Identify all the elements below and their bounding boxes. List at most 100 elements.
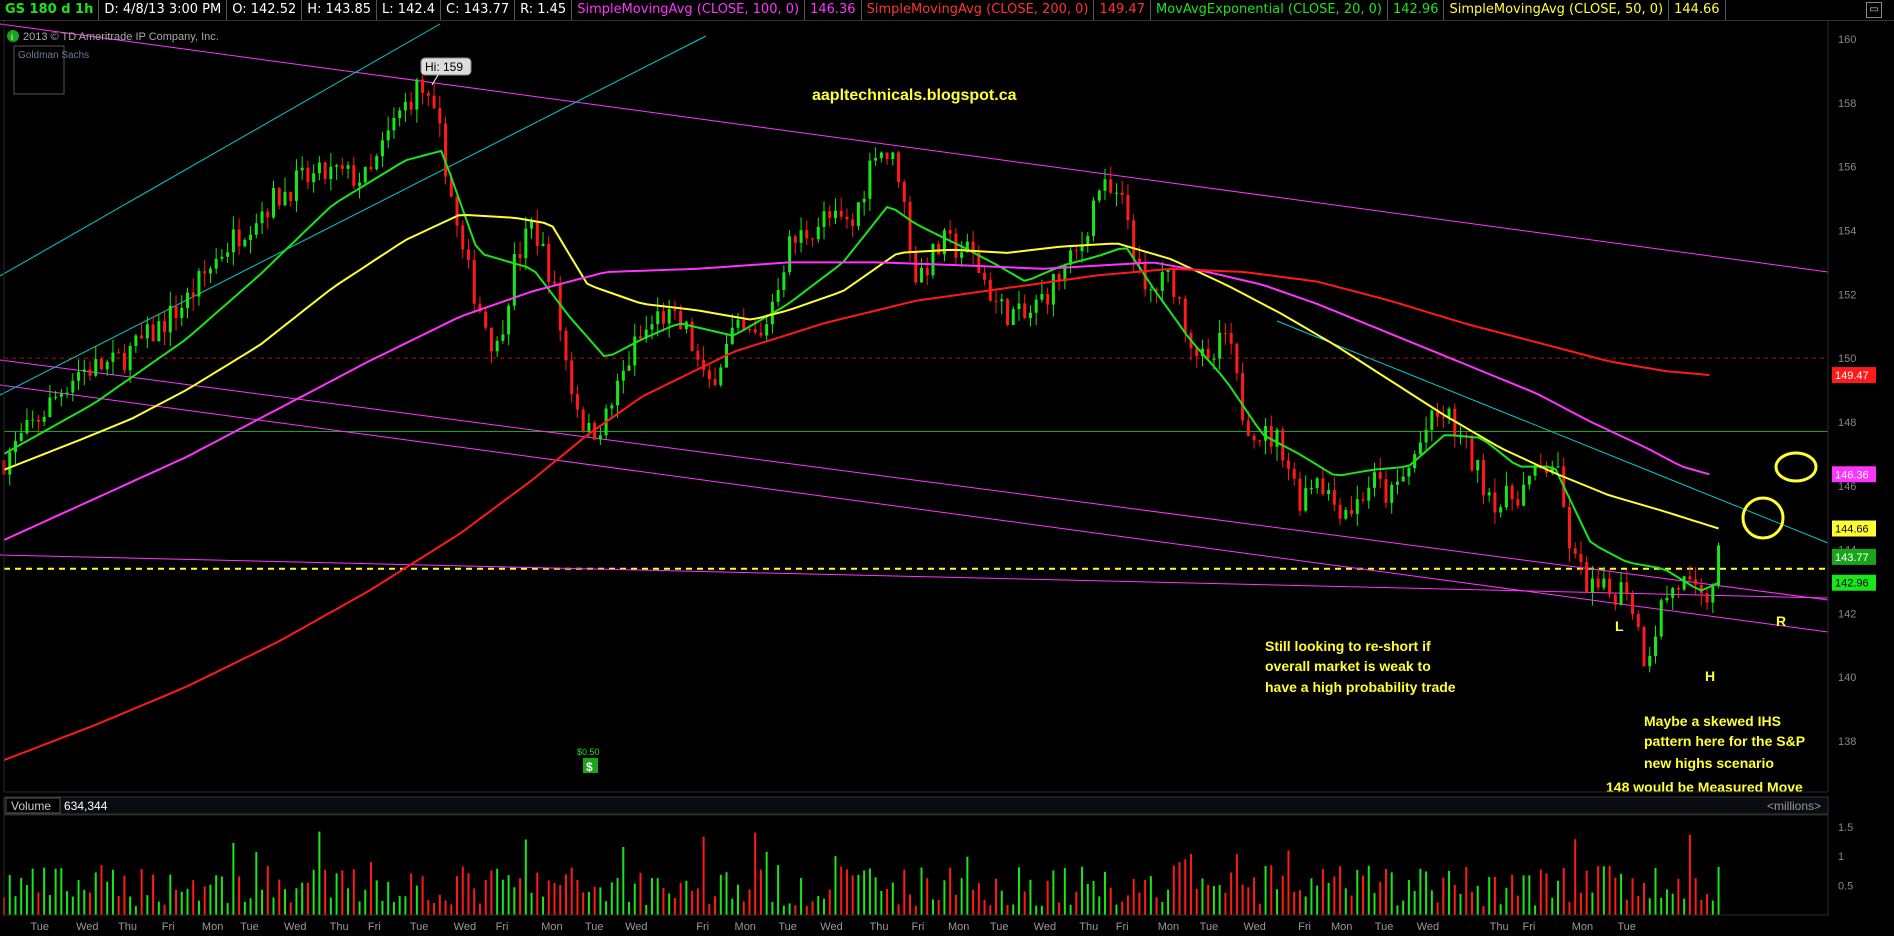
candle-body xyxy=(902,182,906,202)
maximize-icon[interactable]: ▭ xyxy=(1866,2,1882,18)
sma100-line xyxy=(3,261,1710,541)
target-circle-lower xyxy=(1741,496,1785,540)
candle-body xyxy=(960,252,964,258)
time-tick-label: Mon xyxy=(1158,921,1179,933)
candle-body xyxy=(180,307,184,318)
candle-body xyxy=(1711,586,1715,603)
candle-body xyxy=(587,422,591,432)
candle-body xyxy=(839,210,843,217)
candle-body xyxy=(598,435,602,440)
candle-body xyxy=(1367,487,1371,501)
candle-body xyxy=(1671,588,1675,598)
bar-close: C: 143.77 xyxy=(441,0,516,20)
candle-body xyxy=(621,370,625,381)
candle-body xyxy=(983,272,987,280)
candle-body xyxy=(1126,194,1130,221)
candle-body xyxy=(1717,545,1721,587)
reference-lines xyxy=(4,357,1828,570)
time-tick-label: Wed xyxy=(76,921,98,933)
sma200-value: 149.47 xyxy=(1094,0,1151,20)
bar-range: R: 1.45 xyxy=(515,0,573,20)
candle-body xyxy=(1046,293,1050,305)
ema20-label[interactable]: MovAvgExponential (CLOSE, 20, 0) xyxy=(1151,0,1388,20)
candle-body xyxy=(403,101,407,111)
candle-body xyxy=(1264,425,1268,441)
candle-body xyxy=(891,152,895,160)
candle-body xyxy=(616,380,620,406)
candle-body xyxy=(1407,467,1411,477)
volume-value: 634,344 xyxy=(64,799,108,813)
candle-body xyxy=(8,452,12,475)
dividend-icon: $ xyxy=(586,760,593,774)
channel-lower-2 xyxy=(0,554,1829,599)
candle-body xyxy=(1653,636,1657,656)
candle-body xyxy=(1619,582,1623,605)
sma200-label[interactable]: SimpleMovingAvg (CLOSE, 200, 0) xyxy=(862,0,1095,20)
candle-body xyxy=(541,243,545,246)
candle-body xyxy=(919,267,923,283)
candle-body xyxy=(696,350,700,360)
goldman-logo: Goldman Sachs xyxy=(13,45,89,95)
candle-body xyxy=(415,79,419,110)
sma50-value: 144.66 xyxy=(1669,0,1726,20)
time-tick-label: Tue xyxy=(240,921,259,933)
candle-body xyxy=(1504,485,1508,508)
candle-body xyxy=(874,158,878,161)
candle-body xyxy=(495,340,499,352)
candle-body xyxy=(1499,507,1503,513)
candle-body xyxy=(1160,271,1164,291)
copyright-badge: i 2013 © TD Ameritrade IP Company, Inc. xyxy=(7,30,219,43)
bar-high: H: 143.85 xyxy=(302,0,378,20)
candle-body xyxy=(145,324,149,339)
candle-body xyxy=(1573,548,1577,554)
candle-body xyxy=(59,393,63,397)
candle-body xyxy=(1590,578,1594,593)
time-tick-label: Mon xyxy=(735,921,756,933)
candle-body xyxy=(157,321,161,342)
measured-move: 148 would be Measured Move xyxy=(1606,779,1803,795)
candle-body xyxy=(1613,594,1617,605)
candle-body xyxy=(214,258,218,269)
candle-body xyxy=(346,165,350,169)
time-tick-label: Fri xyxy=(162,921,175,933)
ihs-line-2: pattern here for the S&P xyxy=(1644,733,1805,749)
candle-body xyxy=(82,369,86,372)
channel-lower xyxy=(0,384,1829,633)
sma50-label[interactable]: SimpleMovingAvg (CLOSE, 50, 0) xyxy=(1444,0,1670,20)
candle-body xyxy=(501,334,505,341)
price-volume-chart[interactable]: 1601581561541521501481461441421401381.51… xyxy=(0,0,1894,936)
candle-body xyxy=(1430,410,1434,430)
candle-body xyxy=(862,198,866,203)
candle-body xyxy=(237,229,241,247)
sma100-label[interactable]: SimpleMovingAvg (CLOSE, 100, 0) xyxy=(572,0,806,20)
price-tick-label: 150 xyxy=(1838,353,1856,365)
candle-body xyxy=(1040,293,1044,300)
time-tick-label: Tue xyxy=(1200,921,1219,933)
candle-body xyxy=(747,329,751,331)
channel-middle xyxy=(0,359,1829,601)
candle-body xyxy=(552,282,556,284)
sma100-value: 146.36 xyxy=(805,0,862,20)
time-tick-label: Mon xyxy=(541,921,562,933)
candle-body xyxy=(1178,297,1182,299)
candle-body xyxy=(667,309,671,324)
price-pane-frame xyxy=(3,19,1829,793)
time-tick-label: Wed xyxy=(454,921,476,933)
candles xyxy=(2,67,1721,673)
reshort-line-2: overall market is weak to xyxy=(1265,658,1431,674)
candle-body xyxy=(386,130,390,141)
symbol-label[interactable]: GS 180 d 1h xyxy=(0,0,100,20)
bar-date: D: 4/8/13 3:00 PM xyxy=(99,0,228,20)
candle-body xyxy=(185,292,189,308)
dividend-marker[interactable]: $0.50 $ xyxy=(577,747,600,774)
candle-body xyxy=(937,244,941,255)
candle-body xyxy=(65,392,69,394)
bar-low: L: 142.4 xyxy=(377,0,442,20)
candle-body xyxy=(352,165,356,186)
candle-body xyxy=(925,267,929,276)
time-tick-label: Fri xyxy=(1523,921,1536,933)
candle-body xyxy=(879,152,883,159)
price-badge-value: 146.36 xyxy=(1835,469,1869,481)
candle-body xyxy=(208,268,212,274)
candle-body xyxy=(581,409,585,432)
